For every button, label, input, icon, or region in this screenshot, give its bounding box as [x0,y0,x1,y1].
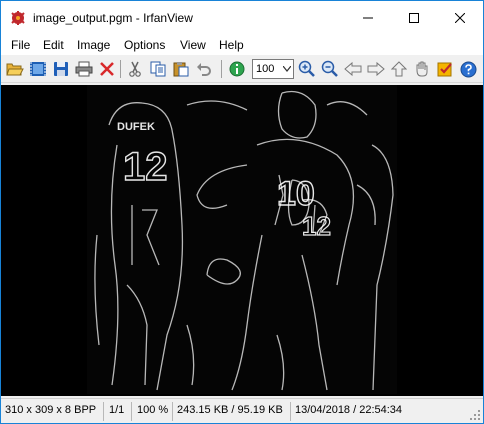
jersey-number-center: 10 [277,175,315,213]
menu-image[interactable]: Image [77,38,110,52]
zoom-out-button[interactable] [320,59,340,79]
hand-icon [416,61,428,77]
previous-button[interactable] [343,59,363,79]
toolbar: 100 [1,56,483,83]
previous-icon [344,61,362,77]
minimize-button[interactable] [345,1,391,35]
delete-icon [100,62,114,76]
jersey-name: DUFEK [117,121,155,133]
title-bar[interactable]: image_output.pgm - IrfanView [1,1,483,35]
next-icon [367,61,385,77]
jersey-number-left: 12 [123,145,168,189]
hand-button[interactable] [412,59,432,79]
first-icon [391,61,407,77]
copy-button[interactable] [148,59,168,79]
cut-icon [129,61,141,77]
help-icon [460,61,476,77]
displayed-image[interactable]: DUFEK 12 10 12 [87,85,397,394]
paste-button[interactable] [171,59,191,79]
settings-button[interactable] [435,59,455,79]
save-icon [54,62,68,76]
menu-bar: File Edit Image Options View Help [1,35,483,55]
minimize-icon [363,17,373,19]
edge-detected-image: DUFEK 12 10 12 [87,85,397,394]
menu-help[interactable]: Help [219,38,244,52]
paste-icon [173,62,189,77]
next-button[interactable] [366,59,386,79]
delete-button[interactable] [97,59,117,79]
menu-options[interactable]: Options [124,38,165,52]
status-separator [172,402,173,421]
toolbar-separator [221,60,222,78]
info-icon [229,61,245,77]
close-icon [455,13,465,23]
toolbar-separator [120,60,121,78]
close-button[interactable] [437,1,483,35]
status-separator [131,402,132,421]
help-button[interactable] [458,59,478,79]
undo-button[interactable] [194,59,214,79]
copy-icon [150,61,166,77]
maximize-button[interactable] [391,1,437,35]
chevron-down-icon [283,66,291,72]
status-separator [290,402,291,421]
irfanview-window: image_output.pgm - IrfanView File Edit I… [0,0,484,424]
open-button[interactable] [5,59,25,79]
maximize-icon [409,13,419,23]
jersey-number-back: 12 [302,211,331,241]
settings-icon [437,62,452,77]
cut-button[interactable] [125,59,145,79]
zoom-in-icon [298,60,315,77]
status-separator [103,402,104,421]
print-button[interactable] [74,59,94,79]
image-viewer[interactable]: DUFEK 12 10 12 [1,85,483,396]
info-button[interactable] [227,59,247,79]
status-dimensions: 310 x 309 x 8 BPP [5,404,97,416]
menu-file[interactable]: File [11,38,30,52]
menu-view[interactable]: View [180,38,206,52]
thumbnails-button[interactable] [28,59,48,79]
menu-edit[interactable]: Edit [43,38,64,52]
resize-grip-icon[interactable] [469,409,481,421]
status-datetime: 13/04/2018 / 22:54:34 [295,404,403,416]
irfanview-app-icon [11,11,25,25]
zoom-value: 100 [256,63,275,75]
zoom-select[interactable]: 100 [252,59,294,79]
save-button[interactable] [51,59,71,79]
thumbnails-icon [30,62,46,76]
zoom-out-icon [321,60,338,77]
undo-icon [197,63,211,76]
status-zoom: 100 % [137,404,169,416]
open-folder-icon [6,63,24,76]
status-page: 1/1 [109,404,125,416]
status-bar: 310 x 309 x 8 BPP 1/1 100 % 243.15 KB / … [1,398,483,423]
status-file-size: 243.15 KB / 95.19 KB [177,404,283,416]
print-icon [75,61,93,77]
zoom-in-button[interactable] [297,59,317,79]
first-button[interactable] [389,59,409,79]
window-title: image_output.pgm - IrfanView [33,11,193,25]
